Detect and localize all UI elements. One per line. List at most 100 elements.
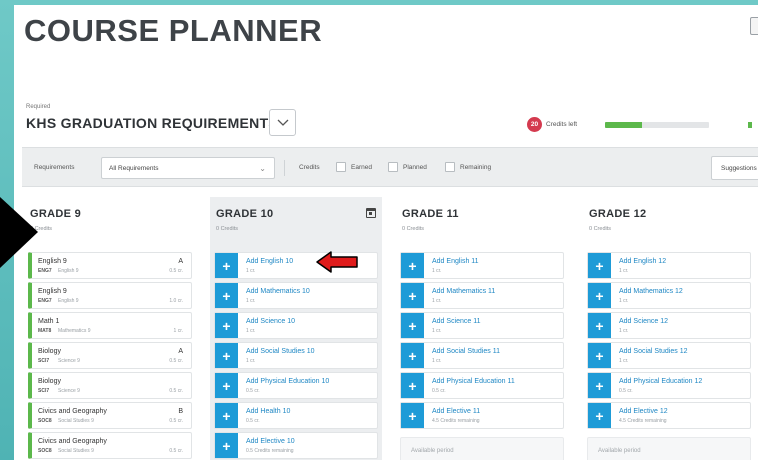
grade-11-column: GRADE 11 0 Credits + Add English 11 1 cr… [396, 197, 568, 460]
add-course-credits: 1 cr. [246, 298, 256, 304]
grade-title: GRADE 12 [589, 208, 647, 220]
plus-icon[interactable]: + [215, 343, 238, 368]
add-course-card[interactable]: + Add Mathematics 11 1 cr. [400, 282, 564, 309]
page-title: COURSE PLANNER [24, 13, 323, 48]
add-course-card[interactable]: + Add Science 10 1 cr. [214, 312, 378, 339]
add-course-label: Add Elective 11 [432, 408, 481, 415]
course-credits: 0.5 cr. [169, 358, 183, 364]
course-requirement: Social Studies 9 [58, 418, 94, 424]
plus-icon[interactable]: + [401, 253, 424, 278]
add-course-label: Add Science 12 [619, 318, 669, 325]
chevron-down-icon: ⌄ [259, 164, 266, 173]
grade-credits: 0 Credits [402, 226, 425, 232]
course-requirement: Science 9 [58, 358, 80, 364]
red-arrow-icon [316, 251, 358, 273]
add-course-card[interactable]: + Add Mathematics 10 1 cr. [214, 282, 378, 309]
add-course-credits: 1 cr. [432, 328, 442, 334]
add-course-card[interactable]: + Add Social Studies 11 1 cr. [400, 342, 564, 369]
add-course-card[interactable]: + Add English 12 1 cr. [587, 252, 751, 279]
remaining-checkbox[interactable] [445, 162, 455, 172]
grade-10-column: GRADE 10 0 Credits + Add English 10 1 cr… [210, 197, 382, 460]
add-course-credits: 1 cr. [432, 268, 442, 274]
add-course-label: Add English 10 [246, 258, 294, 265]
grade-title: GRADE 10 [216, 208, 274, 220]
calendar-icon[interactable] [366, 208, 376, 218]
remaining-label: Remaining [460, 164, 492, 171]
add-course-card[interactable]: + Add Elective 10 0.5 Credits remaining [214, 432, 378, 459]
plus-icon[interactable]: + [588, 283, 611, 308]
course-credits: 0.5 cr. [169, 448, 183, 454]
add-course-label: Add Science 11 [432, 318, 481, 325]
add-course-card[interactable]: + Add Science 12 1 cr. [587, 312, 751, 339]
course-credits: 1 cr. [173, 328, 183, 334]
add-course-card[interactable]: + Add Science 11 1 cr. [400, 312, 564, 339]
print-icon[interactable] [750, 17, 758, 35]
plus-icon[interactable]: + [588, 403, 611, 428]
available-period-slot[interactable]: Available period [400, 437, 564, 460]
grade-credits: 0 Credits [216, 226, 239, 232]
planned-checkbox[interactable] [388, 162, 398, 172]
requirements-dropdown-button[interactable] [269, 109, 296, 136]
add-course-credits: 1 cr. [246, 268, 256, 274]
add-course-card[interactable]: + Add English 11 1 cr. [400, 252, 564, 279]
add-course-label: Add Social Studies 10 [246, 348, 315, 355]
add-course-credits: 1 cr. [432, 298, 442, 304]
add-course-label: Add Social Studies 12 [619, 348, 688, 355]
add-course-credits: 0.5 cr. [432, 388, 446, 394]
add-course-card[interactable]: + Add Elective 11 4.5 Credits remaining [400, 402, 564, 429]
add-course-card[interactable]: + Add Social Studies 10 1 cr. [214, 342, 378, 369]
add-course-credits: 0.5 cr. [246, 418, 260, 424]
credits-progress-bar [605, 122, 709, 128]
add-course-card[interactable]: + Add Physical Education 10 0.5 cr. [214, 372, 378, 399]
add-course-card[interactable]: + Add Social Studies 12 1 cr. [587, 342, 751, 369]
add-course-label: Add English 11 [432, 258, 479, 265]
plus-icon[interactable]: + [588, 373, 611, 398]
add-course-credits: 1 cr. [246, 358, 256, 364]
credits-left-label: Credits left [546, 121, 578, 128]
plus-icon[interactable]: + [215, 283, 238, 308]
add-course-credits: 0.5 Credits remaining [246, 448, 294, 454]
add-course-label: Add Elective 12 [619, 408, 668, 415]
add-course-label: Add Mathematics 11 [432, 288, 496, 295]
available-period-slot[interactable]: Available period [587, 437, 751, 460]
earned-checkbox[interactable] [336, 162, 346, 172]
suggestions-button[interactable]: Suggestions [711, 156, 758, 180]
course-requirement: Mathematics 9 [58, 328, 91, 334]
plus-icon[interactable]: + [215, 373, 238, 398]
add-course-label: Add Science 10 [246, 318, 296, 325]
requirements-select[interactable]: All Requirements ⌄ [101, 157, 275, 179]
plus-icon[interactable]: + [588, 313, 611, 338]
add-course-credits: 4.5 Credits remaining [432, 418, 480, 424]
plus-icon[interactable]: + [401, 313, 424, 338]
add-course-card[interactable]: + Add Health 10 0.5 cr. [214, 402, 378, 429]
grade-credits: 0 Credits [589, 226, 612, 232]
add-course-card[interactable]: + Add Elective 12 4.5 Credits remaining [587, 402, 751, 429]
plus-icon[interactable]: + [401, 373, 424, 398]
add-course-label: Add Mathematics 12 [619, 288, 683, 295]
plus-icon[interactable]: + [215, 403, 238, 428]
add-course-label: Add English 12 [619, 258, 667, 265]
add-course-label: Add Elective 10 [246, 438, 295, 445]
plus-icon[interactable]: + [215, 433, 238, 458]
add-course-label: Add Health 10 [246, 408, 291, 415]
add-course-credits: 1 cr. [246, 328, 256, 334]
add-course-label: Add Physical Education 12 [619, 378, 703, 385]
course-credits: 0.5 cr. [169, 268, 183, 274]
grade-12-column: GRADE 12 0 Credits + Add English 12 1 cr… [583, 197, 755, 460]
add-course-card[interactable]: + Add Mathematics 12 1 cr. [587, 282, 751, 309]
credits-progress-bar-secondary [748, 122, 752, 128]
plus-icon[interactable]: + [588, 253, 611, 278]
filter-divider [284, 160, 285, 176]
add-course-credits: 1 cr. [432, 358, 442, 364]
credits-left-badge: 20 [527, 117, 542, 132]
add-course-label: Add Social Studies 11 [432, 348, 500, 355]
plus-icon[interactable]: + [401, 403, 424, 428]
plus-icon[interactable]: + [401, 283, 424, 308]
add-course-card[interactable]: + Add Physical Education 11 0.5 cr. [400, 372, 564, 399]
add-course-credits: 0.5 cr. [246, 388, 260, 394]
plus-icon[interactable]: + [215, 253, 238, 278]
plus-icon[interactable]: + [215, 313, 238, 338]
add-course-card[interactable]: + Add Physical Education 12 0.5 cr. [587, 372, 751, 399]
plus-icon[interactable]: + [401, 343, 424, 368]
plus-icon[interactable]: + [588, 343, 611, 368]
